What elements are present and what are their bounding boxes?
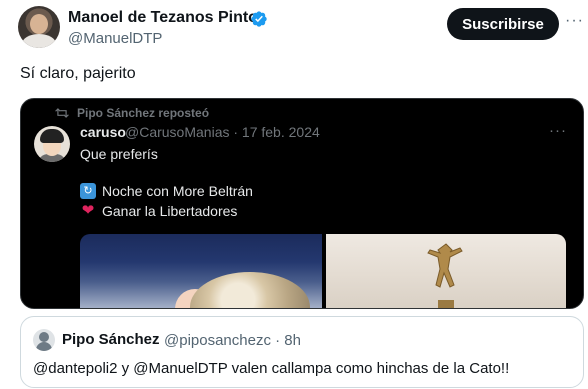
option-2-label: Ganar la Libertadores xyxy=(102,203,238,219)
embedded-option-2: ❤ Ganar la Libertadores xyxy=(80,202,238,220)
quote-text: @dantepoli2 y @ManuelDTP valen callampa … xyxy=(33,360,510,377)
avatar-face xyxy=(30,14,48,34)
quote-author-meta[interactable]: @piposanchezc · 8h xyxy=(164,332,301,349)
embedded-photo-left[interactable] xyxy=(80,234,322,308)
avatar-body xyxy=(36,342,52,351)
repeat-emoji-icon: ↻ xyxy=(80,183,96,199)
embedded-media[interactable]: Pipo Sánchez reposteó caruso @CarusoMani… xyxy=(20,98,584,309)
tweet-header: Manoel de Tezanos Pinto @ManuelDTP Suscr… xyxy=(0,0,588,52)
embedded-question: Que preferís xyxy=(80,146,158,162)
embedded-author-avatar[interactable] xyxy=(34,126,70,162)
verified-badge-icon xyxy=(251,11,267,27)
repost-indicator: Pipo Sánchez reposteó xyxy=(55,105,209,121)
option-1-label: Noche con More Beltrán xyxy=(102,183,253,199)
subscribe-button[interactable]: Suscribirse xyxy=(447,8,559,40)
quote-author-name[interactable]: Pipo Sánchez xyxy=(62,331,160,348)
avatar-head xyxy=(39,332,49,342)
embedded-author-name[interactable]: caruso xyxy=(80,124,126,140)
author-handle[interactable]: @ManuelDTP xyxy=(68,30,162,47)
photo-person-hair xyxy=(190,272,310,308)
embedded-photo-right[interactable] xyxy=(326,234,566,308)
repost-label: Pipo Sánchez reposteó xyxy=(77,106,210,120)
quote-author-avatar[interactable] xyxy=(33,329,55,351)
trophy-image xyxy=(427,243,463,308)
more-icon[interactable]: ··· xyxy=(565,12,583,30)
embedded-option-1: ↻ Noche con More Beltrán xyxy=(80,183,253,199)
author-name[interactable]: Manoel de Tezanos Pinto xyxy=(68,9,258,27)
avatar-hair xyxy=(40,129,64,143)
heart-emoji-icon: ❤ xyxy=(81,202,95,219)
tweet-text: Sí claro, pajerito xyxy=(20,65,136,82)
embedded-author-meta[interactable]: @CarusoManias · 17 feb. 2024 xyxy=(125,124,320,140)
embedded-more-icon[interactable]: ··· xyxy=(549,122,567,139)
repost-icon xyxy=(55,108,69,118)
avatar-shirt xyxy=(22,34,56,48)
quoted-tweet[interactable]: Pipo Sánchez @piposanchezc · 8h @dantepo… xyxy=(20,316,584,388)
author-avatar[interactable] xyxy=(18,6,60,48)
